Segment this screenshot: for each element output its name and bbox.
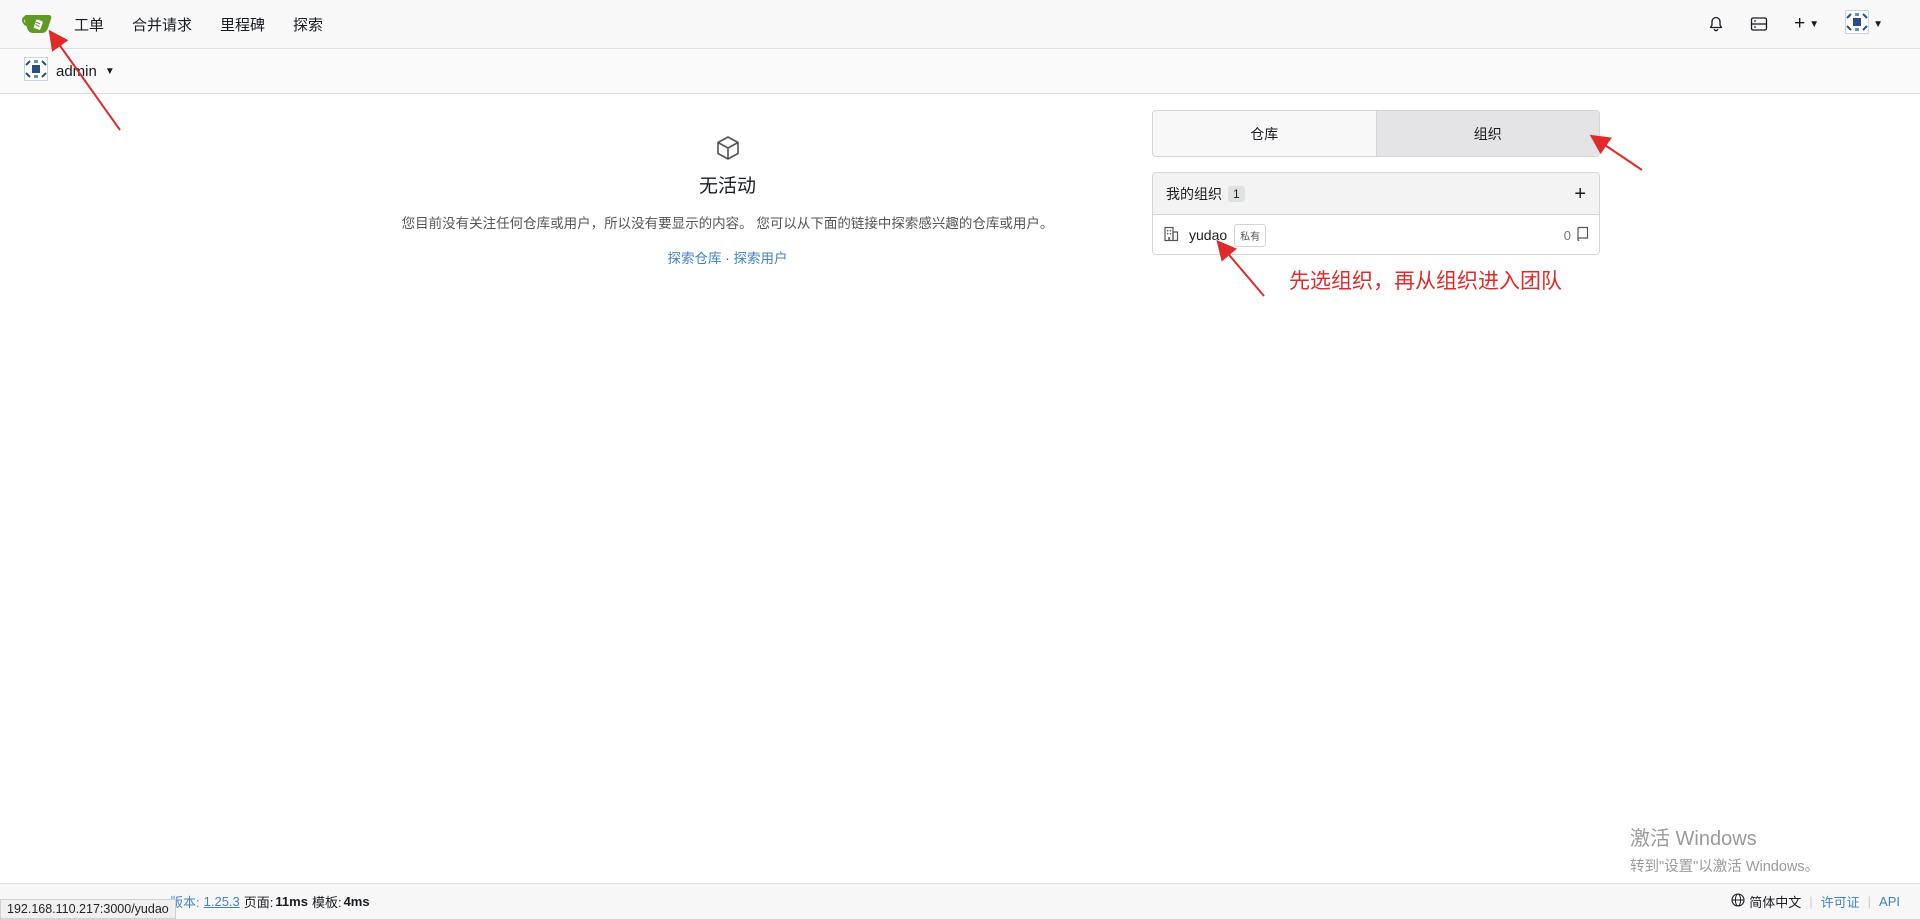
tab-organizations[interactable]: 组织 <box>1375 111 1599 156</box>
org-panel-title: 我的组织 <box>1166 185 1222 202</box>
org-repo-count: 0 <box>1564 226 1589 244</box>
footer-divider: | <box>1867 894 1872 909</box>
nav-pull-requests[interactable]: 合并请求 <box>118 0 206 49</box>
nav-issues[interactable]: 工单 <box>60 0 118 49</box>
org-panel-header: 我的组织 1 + <box>1153 173 1599 215</box>
org-count-badge: 1 <box>1228 185 1245 202</box>
license-link[interactable]: 许可证 <box>1821 892 1860 911</box>
org-list-item[interactable]: yudao 私有 0 <box>1153 215 1599 254</box>
avatar-icon <box>24 57 48 85</box>
watermark-title: 激活 Windows <box>1630 828 1757 850</box>
create-new-dropdown[interactable]: + ▼ <box>1781 0 1832 49</box>
context-bar: admin ▼ <box>0 49 1920 94</box>
plus-icon: + <box>1794 13 1806 34</box>
explore-links: 探索仓库 · 探索用户 <box>360 247 1095 267</box>
context-user-switcher[interactable]: admin ▼ <box>24 57 115 85</box>
footer-page-label: 页面: <box>243 895 274 910</box>
footer-divider: | <box>1809 894 1813 909</box>
link-separator: · <box>725 251 730 266</box>
org-panel: 我的组织 1 + yudao 私有 0 <box>1152 172 1600 255</box>
browser-status-url: 192.168.110.217:3000/yudao <box>0 899 176 919</box>
chevron-down-icon: ▼ <box>1873 18 1883 30</box>
watermark-subtitle: 转到"设置"以激活 Windows。 <box>1630 859 1820 875</box>
avatar-icon <box>1845 9 1870 39</box>
empty-title: 无活动 <box>698 176 756 197</box>
footer-page-time: 11ms <box>275 894 308 909</box>
language-selector[interactable]: 简体中文 <box>1731 892 1801 911</box>
footer-version-link[interactable]: 1.25.3 <box>204 894 240 909</box>
footer-template-time: 4ms <box>343 894 370 909</box>
server-stopwatch-icon[interactable] <box>1737 0 1781 49</box>
user-menu-dropdown[interactable]: ▼ <box>1832 0 1896 49</box>
tab-repositories[interactable]: 仓库 <box>1153 111 1376 156</box>
organization-icon <box>1163 226 1179 245</box>
notifications-bell-icon[interactable] <box>1695 0 1737 49</box>
dashboard-tabs: 仓库 组织 <box>1152 110 1600 157</box>
empty-description: 您目前没有关注任何仓库或用户，所以没有要显示的内容。 您可以从下面的链接中探索感… <box>401 216 1054 231</box>
chevron-down-icon: ▼ <box>104 65 115 77</box>
arrow-to-org-tab <box>1589 134 1643 171</box>
nav-explore[interactable]: 探索 <box>279 0 337 49</box>
explore-users-link[interactable]: 探索用户 <box>734 251 788 266</box>
repo-count-value: 0 <box>1563 227 1571 243</box>
gitea-logo-icon[interactable] <box>16 0 60 49</box>
package-icon <box>360 135 1095 161</box>
footer-template-label: 模板: <box>311 895 342 910</box>
org-name[interactable]: yudao <box>1189 227 1227 243</box>
annotation-text: 先选组织，再从组织进入团队 <box>1289 270 1562 293</box>
nav-milestones[interactable]: 里程碑 <box>206 0 279 49</box>
globe-icon <box>1731 893 1745 910</box>
windows-activation-watermark: 激活 Windows 转到"设置"以激活 Windows。 <box>1630 822 1819 876</box>
footer-right: 简体中文 | 许可证 | API <box>1731 892 1920 911</box>
api-link[interactable]: API <box>1879 894 1900 909</box>
add-org-button[interactable]: + <box>1574 184 1586 204</box>
private-badge: 私有 <box>1234 223 1267 247</box>
feed-empty-state: 无活动 您目前没有关注任何仓库或用户，所以没有要显示的内容。 您可以从下面的链接… <box>360 135 1095 267</box>
page-footer: 版本: 1.25.3 页面: 11ms 模板: 4ms 简体中文 | 许可证 |… <box>0 883 1920 919</box>
language-label: 简体中文 <box>1749 895 1802 910</box>
explore-repos-link[interactable]: 探索仓库 <box>667 251 721 266</box>
repo-icon <box>1576 226 1589 244</box>
top-navbar: 工单 合并请求 里程碑 探索 + ▼ ▼ <box>0 0 1920 49</box>
context-username: admin <box>56 62 97 80</box>
chevron-down-icon: ▼ <box>1809 18 1820 30</box>
